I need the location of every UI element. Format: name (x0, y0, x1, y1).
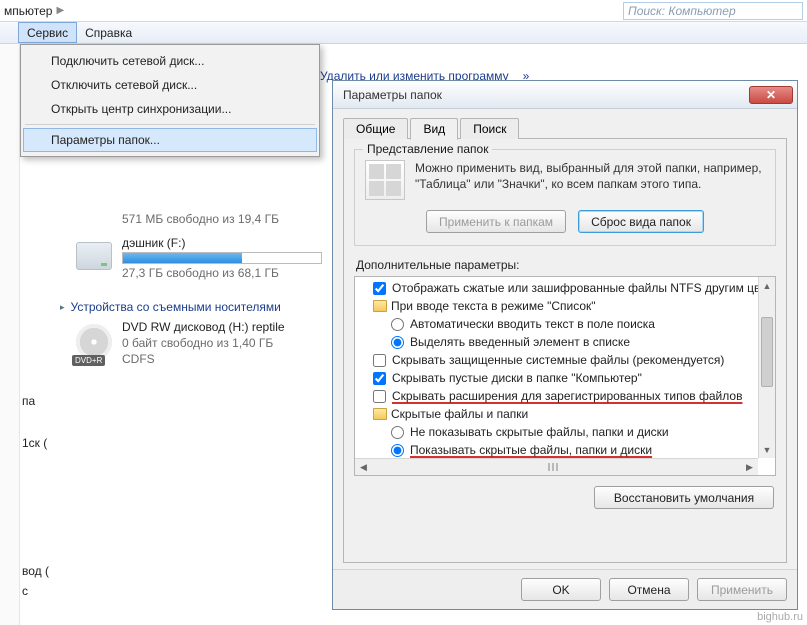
breadcrumb[interactable]: мпьютер ▶ (4, 4, 623, 18)
menu-folder-options[interactable]: Параметры папок... (23, 128, 317, 152)
menu-open-sync-center[interactable]: Открыть центр синхронизации... (23, 97, 317, 121)
menu-connect-network-drive[interactable]: Подключить сетевой диск... (23, 49, 317, 73)
cropped-text: с (22, 584, 28, 598)
group-title: Представление папок (363, 142, 492, 156)
scroll-grip-icon (548, 463, 566, 471)
tab-view[interactable]: Вид (410, 118, 458, 140)
nav-pane-edge (0, 44, 20, 625)
reset-folders-button[interactable]: Сброс вида папок (578, 210, 704, 233)
dialog-body: Общие Вид Поиск Представление папок Можн… (333, 109, 797, 569)
tree-label: Автоматически вводить текст в поле поиск… (410, 317, 655, 331)
tree-label: Показывать скрытые файлы, папки и диски (410, 443, 652, 457)
tree-label: Скрывать пустые диски в папке "Компьютер… (392, 371, 642, 385)
tree-item-hide-extensions[interactable]: Скрывать расширения для зарегистрированн… (357, 387, 756, 405)
folder-icon (373, 300, 387, 312)
section-label: Устройства со съемными носителями (71, 300, 281, 314)
tree-item[interactable]: Отображать сжатые или зашифрованные файл… (357, 279, 756, 297)
drive-name: DVD RW дисковод (H:) reptile (122, 320, 285, 334)
drive-filesystem: CDFS (122, 352, 285, 366)
dialog-title: Параметры папок (343, 88, 749, 102)
ok-button[interactable]: OK (521, 578, 601, 601)
checkbox[interactable] (373, 372, 386, 385)
checkbox[interactable] (373, 282, 386, 295)
tree-item[interactable]: Скрытые файлы и папки (357, 405, 756, 423)
address-bar: мпьютер ▶ Поиск: Компьютер (0, 0, 807, 22)
tree-label: Отображать сжатые или зашифрованные файл… (392, 281, 758, 295)
menu-service[interactable]: Сервис (18, 22, 77, 43)
watermark: bighub.ru (757, 611, 803, 623)
tree-item[interactable]: Автоматически вводить текст в поле поиск… (357, 315, 756, 333)
dialog-titlebar[interactable]: Параметры папок ✕ (333, 81, 797, 109)
cancel-button[interactable]: Отмена (609, 578, 689, 601)
tree-label: При вводе текста в режиме "Список" (391, 299, 596, 313)
folder-preview-icon (365, 160, 405, 200)
tree-label: Скрытые файлы и папки (391, 407, 528, 421)
hdd-icon (76, 242, 112, 270)
drive-free-space: 0 байт свободно из 1,40 ГБ (122, 336, 285, 350)
scroll-thumb[interactable] (761, 317, 773, 387)
search-placeholder: Поиск: Компьютер (628, 4, 736, 18)
radio[interactable] (391, 318, 404, 331)
folder-icon (373, 408, 387, 420)
tree-label: Не показывать скрытые файлы, папки и дис… (410, 425, 669, 439)
drive-name: дэшник (F:) (122, 236, 322, 250)
tree-item[interactable]: Скрывать пустые диски в папке "Компьютер… (357, 369, 756, 387)
menu-disconnect-network-drive[interactable]: Отключить сетевой диск... (23, 73, 317, 97)
vertical-scrollbar[interactable]: ▲ ▼ (758, 277, 775, 458)
drive-free-space: 27,3 ГБ свободно из 68,1 ГБ (122, 266, 322, 280)
tab-strip: Общие Вид Поиск (343, 115, 787, 139)
menu-bar: Сервис Справка (0, 22, 807, 44)
radio[interactable] (391, 444, 404, 457)
checkbox[interactable] (373, 390, 386, 403)
advanced-settings-label: Дополнительные параметры: (356, 258, 776, 272)
tree-item[interactable]: Не показывать скрытые файлы, папки и дис… (357, 423, 756, 441)
dvd-icon: DVD+R (76, 324, 112, 360)
tab-search[interactable]: Поиск (460, 118, 519, 139)
radio[interactable] (391, 336, 404, 349)
scroll-down-icon[interactable]: ▼ (759, 441, 775, 458)
apply-to-folders-button[interactable]: Применить к папкам (426, 210, 566, 233)
tree-label: Выделять введенный элемент в списке (410, 335, 630, 349)
restore-defaults-button[interactable]: Восстановить умолчания (594, 486, 774, 509)
tab-general[interactable]: Общие (343, 118, 408, 139)
tree-item-show-hidden[interactable]: Показывать скрытые файлы, папки и диски (357, 441, 756, 458)
cropped-text: вод ( (22, 564, 49, 578)
horizontal-scrollbar[interactable]: ◀ ▶ (355, 458, 758, 475)
folder-options-dialog: Параметры папок ✕ Общие Вид Поиск Предст… (332, 80, 798, 610)
disclosure-triangle-icon: ▸ (60, 302, 65, 313)
dvd-badge: DVD+R (72, 355, 105, 366)
tree-viewport[interactable]: Отображать сжатые или зашифрованные файл… (355, 277, 758, 458)
checkbox[interactable] (373, 354, 386, 367)
close-button[interactable]: ✕ (749, 86, 793, 104)
apply-button[interactable]: Применить (697, 578, 787, 601)
drive-free-space: 571 МБ свободно из 19,4 ГБ (122, 212, 279, 226)
service-menu-dropdown: Подключить сетевой диск... Отключить сет… (20, 44, 320, 157)
tree-label: Скрывать расширения для зарегистрированн… (392, 389, 742, 403)
dialog-footer: OK Отмена Применить (333, 569, 797, 609)
tab-panel-view: Представление папок Можно применить вид,… (343, 139, 787, 563)
advanced-settings-tree: Отображать сжатые или зашифрованные файл… (354, 276, 776, 476)
tree-item[interactable]: Скрывать защищенные системные файлы (рек… (357, 351, 756, 369)
close-icon: ✕ (766, 88, 776, 102)
tree-item[interactable]: Выделять введенный элемент в списке (357, 333, 756, 351)
search-input[interactable]: Поиск: Компьютер (623, 2, 803, 20)
folder-views-group: Представление папок Можно применить вид,… (354, 149, 776, 246)
drive-usage-bar (122, 252, 322, 264)
scroll-left-icon[interactable]: ◀ (355, 459, 372, 475)
menu-help[interactable]: Справка (77, 22, 140, 43)
cropped-text: 1ск ( (22, 436, 47, 450)
scroll-right-icon[interactable]: ▶ (741, 459, 758, 475)
group-description: Можно применить вид, выбранный для этой … (415, 160, 765, 192)
chevron-right-icon: ▶ (56, 5, 64, 16)
cropped-text: па (22, 394, 35, 408)
breadcrumb-text: мпьютер (4, 4, 52, 18)
tree-label: Скрывать защищенные системные файлы (рек… (392, 353, 724, 367)
tree-item[interactable]: При вводе текста в режиме "Список" (357, 297, 756, 315)
scroll-up-icon[interactable]: ▲ (759, 277, 775, 294)
radio[interactable] (391, 426, 404, 439)
menu-separator (25, 124, 315, 125)
